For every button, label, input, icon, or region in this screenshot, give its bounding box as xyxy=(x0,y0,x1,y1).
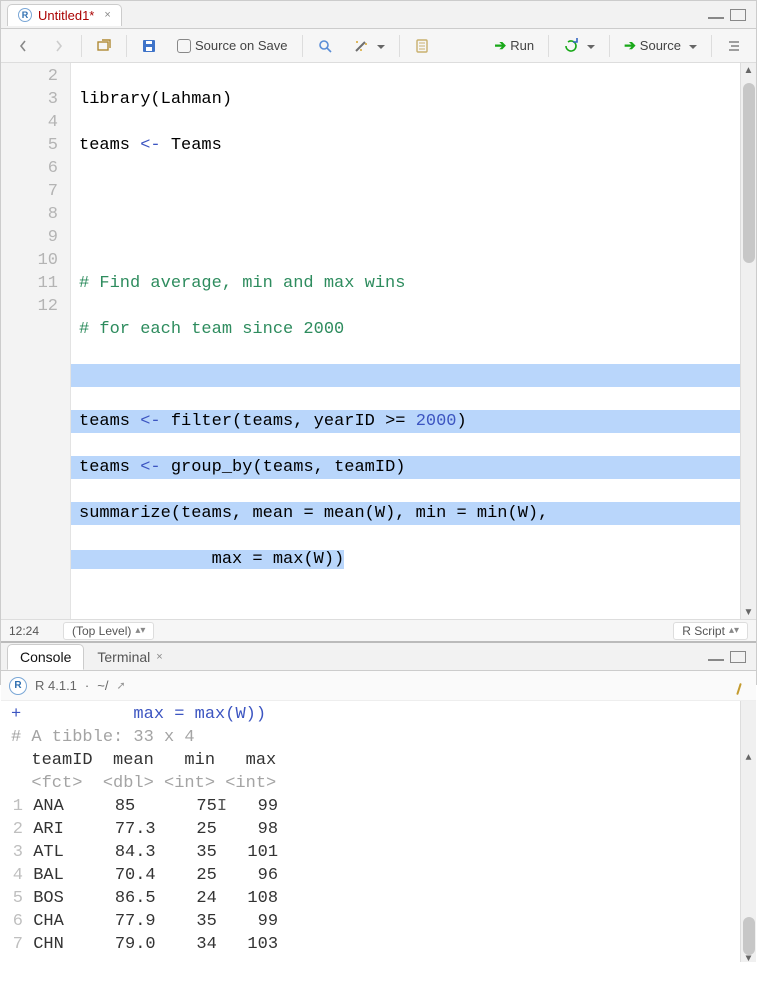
source-on-save-toggle[interactable]: Source on Save xyxy=(171,35,294,56)
scroll-up-icon[interactable]: ▲ xyxy=(741,63,756,77)
run-arrow-icon: ➔ xyxy=(624,37,636,54)
scrollbar-thumb[interactable] xyxy=(743,83,755,263)
notebook-button[interactable] xyxy=(408,35,436,57)
maximize-pane-icon[interactable] xyxy=(730,9,746,21)
separator xyxy=(126,35,127,57)
clear-console-button[interactable] xyxy=(730,677,748,695)
scope-label: (Top Level) xyxy=(72,624,131,638)
show-in-new-window-button[interactable] xyxy=(90,35,118,57)
source-tab-untitled1[interactable]: R Untitled1* × xyxy=(7,4,122,26)
re-run-icon xyxy=(563,38,579,54)
minimize-pane-icon[interactable] xyxy=(708,651,724,661)
separator xyxy=(81,35,82,57)
save-button[interactable] xyxy=(135,35,163,57)
floppy-disk-icon xyxy=(141,38,157,54)
run-arrow-icon: ➔ xyxy=(494,37,506,54)
source-on-save-label: Source on Save xyxy=(195,38,288,53)
continuation-prompt: + xyxy=(11,705,21,724)
working-directory-label: ~/ xyxy=(97,678,108,693)
tab-console[interactable]: Console xyxy=(7,644,84,670)
cursor-position: 12:24 xyxy=(9,624,63,638)
source-button[interactable]: ➔ Source xyxy=(618,34,703,57)
back-nav-button[interactable] xyxy=(9,35,37,57)
rerun-button[interactable] xyxy=(557,35,601,57)
code-content[interactable]: library(Lahman) teams <- Teams # Find av… xyxy=(71,63,756,619)
chevron-right-icon xyxy=(51,38,67,54)
outline-button[interactable] xyxy=(720,35,748,57)
pane-controls xyxy=(708,9,756,21)
echoed-code: max = max(W)) xyxy=(21,705,266,724)
document-icon xyxy=(414,38,430,54)
console-output[interactable]: + max = max(W)) # A tibble: 33 x 4 teamI… xyxy=(1,701,756,962)
code-comment: # for each team since 2000 xyxy=(79,318,756,341)
code-editor[interactable]: 23456789101112 library(Lahman) teams <- … xyxy=(1,63,756,619)
scroll-down-icon[interactable]: ▼ xyxy=(741,948,756,962)
separator xyxy=(548,35,549,57)
line-number-gutter: 23456789101112 xyxy=(1,63,71,619)
code-tools-button[interactable] xyxy=(347,35,391,57)
updown-icon: ▴▾ xyxy=(729,625,739,636)
code-comment: # Find average, min and max wins xyxy=(79,272,756,295)
r-version-label: R 4.1.1 xyxy=(35,678,77,693)
vertical-scrollbar[interactable]: ▲ ▼ xyxy=(740,63,756,619)
close-icon[interactable]: × xyxy=(156,651,162,663)
minimize-pane-icon[interactable] xyxy=(708,9,724,19)
source-tab-bar: R Untitled1* × xyxy=(1,1,756,29)
r-logo-icon: R xyxy=(9,677,27,695)
run-button[interactable]: ➔ Run xyxy=(488,34,540,57)
run-label: Run xyxy=(510,38,534,53)
close-icon[interactable]: × xyxy=(104,9,110,21)
forward-nav-button[interactable] xyxy=(45,35,73,57)
tibble-dimensions: # A tibble: 33 x 4 xyxy=(11,728,195,747)
tab-console-label: Console xyxy=(20,649,71,665)
vertical-scrollbar[interactable]: ▲ ▼ xyxy=(740,701,756,962)
file-type-selector[interactable]: R Script ▴▾ xyxy=(673,622,748,640)
file-type-label: R Script xyxy=(682,624,725,638)
separator xyxy=(711,35,712,57)
console-tab-bar: Console Terminal × xyxy=(1,643,756,671)
r-file-icon: R xyxy=(18,8,32,22)
updown-icon: ▴▾ xyxy=(135,625,145,636)
tab-terminal-label: Terminal xyxy=(97,649,150,665)
outline-icon xyxy=(726,38,742,54)
scroll-up-icon[interactable]: ▲ xyxy=(741,747,756,761)
separator xyxy=(609,35,610,57)
scope-selector[interactable]: (Top Level) ▴▾ xyxy=(63,622,154,640)
table-header: teamID mean min max xyxy=(11,751,276,770)
find-button[interactable] xyxy=(311,35,339,57)
console-pane: Console Terminal × R R 4.1.1 · ~/ ➚ + ma… xyxy=(1,643,756,962)
source-tab-label: Untitled1* xyxy=(38,8,94,23)
source-pane: R Untitled1* × Source on Save xyxy=(1,1,756,641)
source-label: Source xyxy=(640,38,681,53)
maximize-pane-icon[interactable] xyxy=(730,651,746,663)
separator xyxy=(302,35,303,57)
separator xyxy=(399,35,400,57)
table-column-types: <fct> <dbl> <int> <int> xyxy=(11,774,276,793)
chevron-left-icon xyxy=(15,38,31,54)
tab-terminal[interactable]: Terminal × xyxy=(84,644,175,670)
magic-wand-icon xyxy=(353,38,369,54)
popout-icon xyxy=(96,38,112,54)
source-toolbar: Source on Save ➔ Run ➔ Source xyxy=(1,29,756,63)
checkbox-off-icon xyxy=(177,39,191,53)
go-to-dir-icon[interactable]: ➚ xyxy=(116,679,125,692)
search-icon xyxy=(317,38,333,54)
console-toolbar: R R 4.1.1 · ~/ ➚ xyxy=(1,671,756,701)
scroll-down-icon[interactable]: ▼ xyxy=(741,605,756,619)
dot-separator: · xyxy=(85,678,89,693)
source-status-bar: 12:24 (Top Level) ▴▾ R Script ▴▾ xyxy=(1,619,756,641)
